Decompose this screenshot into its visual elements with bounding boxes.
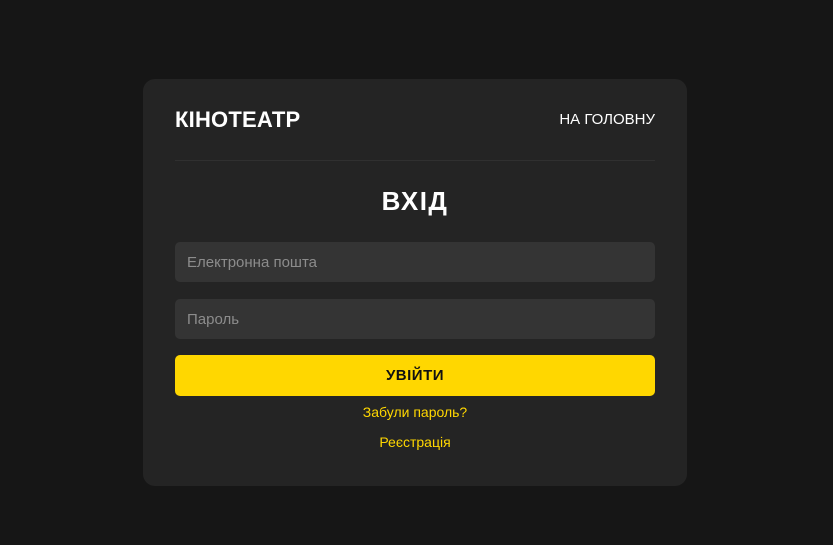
forgot-password-link[interactable]: Забули пароль? [175, 404, 655, 420]
page-title: ВХІД [381, 186, 449, 216]
home-link[interactable]: НА ГОЛОВНУ [559, 111, 655, 128]
card-header: КІНОТЕАТР НА ГОЛОВНУ [175, 79, 655, 161]
login-button[interactable]: УВІЙТИ [175, 355, 655, 396]
brand-logo: КІНОТЕАТР [175, 106, 301, 132]
login-card: КІНОТЕАТР НА ГОЛОВНУ ВХІД УВІЙТИ Забули … [143, 79, 687, 486]
register-link[interactable]: Реєстрація [175, 434, 655, 450]
password-field[interactable] [175, 299, 655, 339]
login-form: УВІЙТИ [175, 242, 655, 396]
email-field[interactable] [175, 242, 655, 282]
